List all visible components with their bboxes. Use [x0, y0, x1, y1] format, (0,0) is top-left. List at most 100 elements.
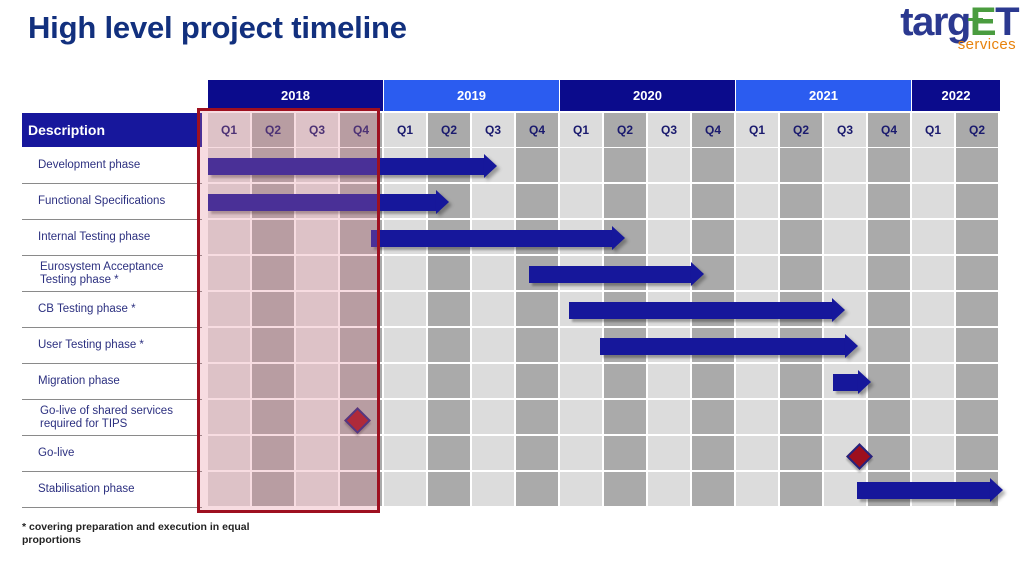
grid-cell [428, 256, 472, 290]
grid-cell [604, 364, 648, 398]
grid-cell [208, 256, 252, 290]
grid-cell [296, 472, 340, 506]
row-label-1: Functional Specifications [22, 184, 202, 220]
grid-cell [384, 148, 428, 182]
table-row [208, 328, 1000, 364]
grid-cell [648, 184, 692, 218]
quarter-header-11: Q4 [692, 113, 736, 147]
grid-cell [956, 292, 1000, 326]
grid-cell [824, 400, 868, 434]
grid-cell [648, 148, 692, 182]
grid-cell [604, 148, 648, 182]
grid-cell [912, 472, 956, 506]
grid-cell [516, 472, 560, 506]
grid-cell [252, 148, 296, 182]
grid-cell [472, 364, 516, 398]
row-label-0: Development phase [22, 148, 202, 184]
grid-cell [560, 400, 604, 434]
grid-cell [736, 292, 780, 326]
grid-cell [428, 400, 472, 434]
grid-cell [516, 256, 560, 290]
quarter-header-16: Q1 [912, 113, 956, 147]
year-header-row: 2018 2019 2020 2021 2022 [208, 80, 1000, 111]
grid-cell [868, 184, 912, 218]
logo-wordmark: targET [814, 2, 1020, 42]
grid-cell [780, 220, 824, 254]
row-label-column: Development phase Functional Specificatio… [22, 148, 202, 508]
year-header-2022: 2022 [912, 80, 1000, 111]
grid-cell [472, 292, 516, 326]
row-label-6: Migration phase [22, 364, 202, 400]
table-row [208, 184, 1000, 220]
grid-cell [384, 292, 428, 326]
quarter-header-1: Q2 [252, 113, 296, 147]
table-row [208, 148, 1000, 184]
row-label-3: Eurosystem Acceptance Testing phase * [22, 256, 202, 292]
grid-cell [428, 292, 472, 326]
grid-cell [956, 328, 1000, 362]
grid-cell [736, 472, 780, 506]
grid-cell [296, 148, 340, 182]
grid-cell [824, 292, 868, 326]
year-header-2021: 2021 [736, 80, 912, 111]
grid-cell [340, 328, 384, 362]
grid-cell [428, 472, 472, 506]
grid-cell [384, 472, 428, 506]
quarter-header-4: Q1 [384, 113, 428, 147]
quarter-header-12: Q1 [736, 113, 780, 147]
grid-cell [296, 256, 340, 290]
year-header-2018: 2018 [208, 80, 384, 111]
grid-cell [604, 436, 648, 470]
grid-cell [824, 256, 868, 290]
grid-cell [692, 400, 736, 434]
grid-cell [560, 148, 604, 182]
grid-cell [252, 364, 296, 398]
grid-cell [692, 256, 736, 290]
grid-cell [692, 292, 736, 326]
grid-cell [868, 328, 912, 362]
grid-cell [648, 436, 692, 470]
page-title: High level project timeline [28, 10, 407, 45]
grid-cell [560, 328, 604, 362]
grid-cell [560, 292, 604, 326]
row-label-2: Internal Testing phase [22, 220, 202, 256]
grid-cell [736, 220, 780, 254]
grid-cell [692, 184, 736, 218]
grid-cell [384, 256, 428, 290]
quarter-header-8: Q1 [560, 113, 604, 147]
grid-cell [384, 184, 428, 218]
grid-cell [912, 220, 956, 254]
grid-cell [252, 256, 296, 290]
grid-cell [736, 148, 780, 182]
grid-cell [384, 436, 428, 470]
table-row [208, 292, 1000, 328]
grid-cell [824, 220, 868, 254]
grid-cell [912, 364, 956, 398]
grid-cell [516, 364, 560, 398]
grid-cell [428, 364, 472, 398]
quarter-header-9: Q2 [604, 113, 648, 147]
quarter-header-14: Q3 [824, 113, 868, 147]
grid-cell [208, 184, 252, 218]
grid-cell [780, 184, 824, 218]
grid-cell [340, 184, 384, 218]
grid-cell [912, 400, 956, 434]
grid-cell [692, 472, 736, 506]
grid-cell [516, 184, 560, 218]
grid-cell [472, 436, 516, 470]
grid-cell [912, 436, 956, 470]
grid-cell [780, 148, 824, 182]
grid-cell [736, 400, 780, 434]
grid-cell [912, 292, 956, 326]
quarter-header-17: Q2 [956, 113, 1000, 147]
grid-cell [956, 256, 1000, 290]
grid-cell [912, 148, 956, 182]
grid-cell [340, 148, 384, 182]
grid-cell [604, 292, 648, 326]
grid-cell [472, 400, 516, 434]
grid-cell [252, 400, 296, 434]
table-row [208, 364, 1000, 400]
grid-cell [560, 256, 604, 290]
grid-cell [296, 184, 340, 218]
grid-cell [428, 220, 472, 254]
